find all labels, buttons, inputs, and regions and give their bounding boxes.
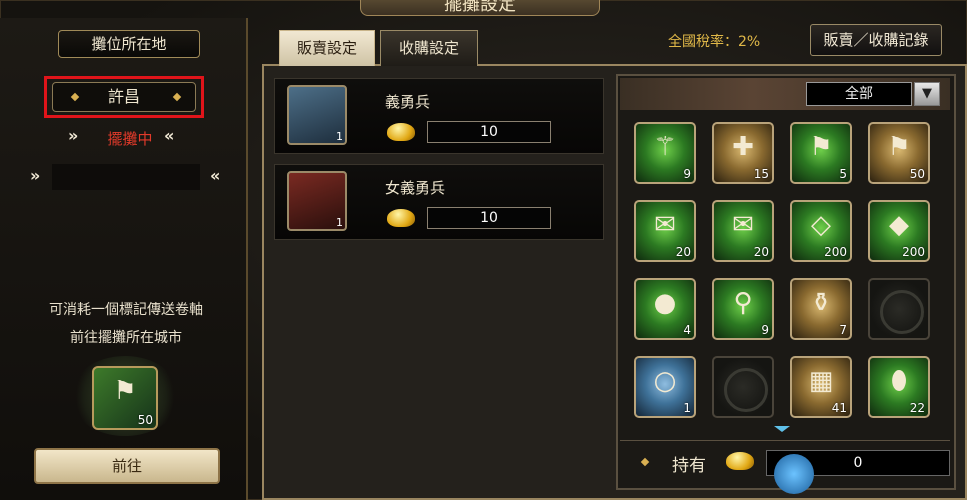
inventory-slot[interactable]: ⚑ 5 <box>790 122 852 184</box>
chevron-right-icon: » <box>30 166 41 185</box>
item-quantity: 9 <box>683 167 691 181</box>
jade-icon: ⬮ <box>890 366 908 396</box>
inventory-slot[interactable]: ▦ 41 <box>790 356 852 418</box>
listing-name: 義勇兵 <box>385 93 431 111</box>
ore-box-icon: ▦ <box>808 366 834 396</box>
item-quantity: 22 <box>909 401 925 415</box>
inventory-slot[interactable]: ⚲ 9 <box>712 278 774 340</box>
militia-portrait: 1 <box>287 85 347 145</box>
listing-count: 1 <box>336 216 343 229</box>
item-quantity: 1 <box>683 401 691 415</box>
watermark-logo <box>774 454 814 494</box>
stall-name-bar <box>52 164 200 190</box>
inventory-slot[interactable] <box>712 356 774 418</box>
inventory-slot[interactable]: ⚑ 50 <box>868 122 930 184</box>
price-input[interactable]: 10 <box>427 121 551 143</box>
listing-count: 1 <box>336 130 343 143</box>
teleport-hint: 可消耗一個標記傳送卷軸 前往擺攤所在城市 <box>20 296 232 352</box>
item-quantity: 9 <box>761 323 769 337</box>
gold-ingot-icon <box>387 209 415 227</box>
owned-label: 持有 <box>672 456 706 476</box>
dropdown-arrow-icon[interactable]: ▼ <box>914 82 940 106</box>
trade-record-button[interactable]: 販賣／收購記錄 <box>810 24 942 56</box>
window-title: 擺攤設定 <box>360 0 600 16</box>
item-quantity: 20 <box>675 245 691 259</box>
female-militia-portrait: 1 <box>287 171 347 231</box>
paper-roll-icon: ✉ <box>732 210 754 240</box>
bandage-icon: ✚ <box>732 132 754 162</box>
inventory-slot[interactable]: ◆ 200 <box>868 200 930 262</box>
inventory-slot[interactable]: ● 4 <box>634 278 696 340</box>
flag-spear-icon: ⚑ <box>809 132 833 162</box>
bone-icon: ⚲ <box>733 288 753 318</box>
tax-rate: 全國稅率：2% <box>668 34 761 50</box>
teleport-scroll-icon: ⚑ <box>887 132 911 162</box>
iron-plate-icon: ◆ <box>889 210 909 240</box>
gold-ingot-icon <box>387 123 415 141</box>
item-quantity: 50 <box>909 167 925 181</box>
chevron-right-icon: » <box>68 126 79 145</box>
scroll-quantity: 50 <box>137 413 153 427</box>
silver-bracelet-icon: ○ <box>653 366 677 396</box>
item-quantity: 41 <box>831 401 847 415</box>
item-quantity: 5 <box>839 167 847 181</box>
tab-buy-settings[interactable]: 收購設定 <box>380 30 478 66</box>
go-button[interactable]: 前往 <box>34 448 220 484</box>
item-quantity: 200 <box>902 245 925 259</box>
teleport-scroll-slot[interactable]: ⚑ 50 <box>92 366 158 430</box>
chevron-left-icon: « <box>164 126 175 145</box>
stone-orb-icon: ● <box>653 288 677 318</box>
item-quantity: 15 <box>753 167 769 181</box>
water-bucket-icon: ⚱ <box>810 288 832 318</box>
category-filter[interactable]: 全部 <box>806 82 912 106</box>
listing-item[interactable]: 1 女義勇兵 10 <box>274 164 604 240</box>
hint-line-2: 前往擺攤所在城市 <box>70 330 182 346</box>
teleport-scroll-icon: ⚑ <box>113 376 137 406</box>
inventory-slot[interactable]: ○ 1 <box>634 356 696 418</box>
chevron-left-icon: « <box>210 166 221 185</box>
inventory-slot[interactable]: ✉ 20 <box>634 200 696 262</box>
white-cloth-icon: ◇ <box>811 210 831 240</box>
listing-name: 女義勇兵 <box>385 179 446 197</box>
listing-item[interactable]: 1 義勇兵 10 <box>274 78 604 154</box>
item-quantity: 7 <box>839 323 847 337</box>
inventory-slot[interactable]: ⬮ 22 <box>868 356 930 418</box>
tab-sell-settings[interactable]: 販賣設定 <box>279 30 375 66</box>
hint-line-1: 可消耗一個標記傳送卷軸 <box>49 302 203 318</box>
item-quantity: 20 <box>753 245 769 259</box>
price-input[interactable]: 10 <box>427 207 551 229</box>
inventory-slot[interactable]: ◇ 200 <box>790 200 852 262</box>
inventory-slot[interactable] <box>868 278 930 340</box>
item-quantity: 200 <box>824 245 847 259</box>
inventory-slot[interactable]: ⚱ 7 <box>790 278 852 340</box>
stall-status: 擺攤中 <box>107 130 153 148</box>
gold-ingot-icon <box>726 452 754 470</box>
inventory-slot[interactable]: ✉ 20 <box>712 200 774 262</box>
stall-location-label: 攤位所在地 <box>58 30 200 58</box>
scroll-down-indicator[interactable] <box>774 426 790 432</box>
scroll-bundle-icon: ✉ <box>654 210 676 240</box>
inventory-slot[interactable]: ✚ 15 <box>712 122 774 184</box>
inventory-slot[interactable]: ⚚ 9 <box>634 122 696 184</box>
item-quantity: 4 <box>683 323 691 337</box>
branch-icon: ⚚ <box>653 132 677 162</box>
